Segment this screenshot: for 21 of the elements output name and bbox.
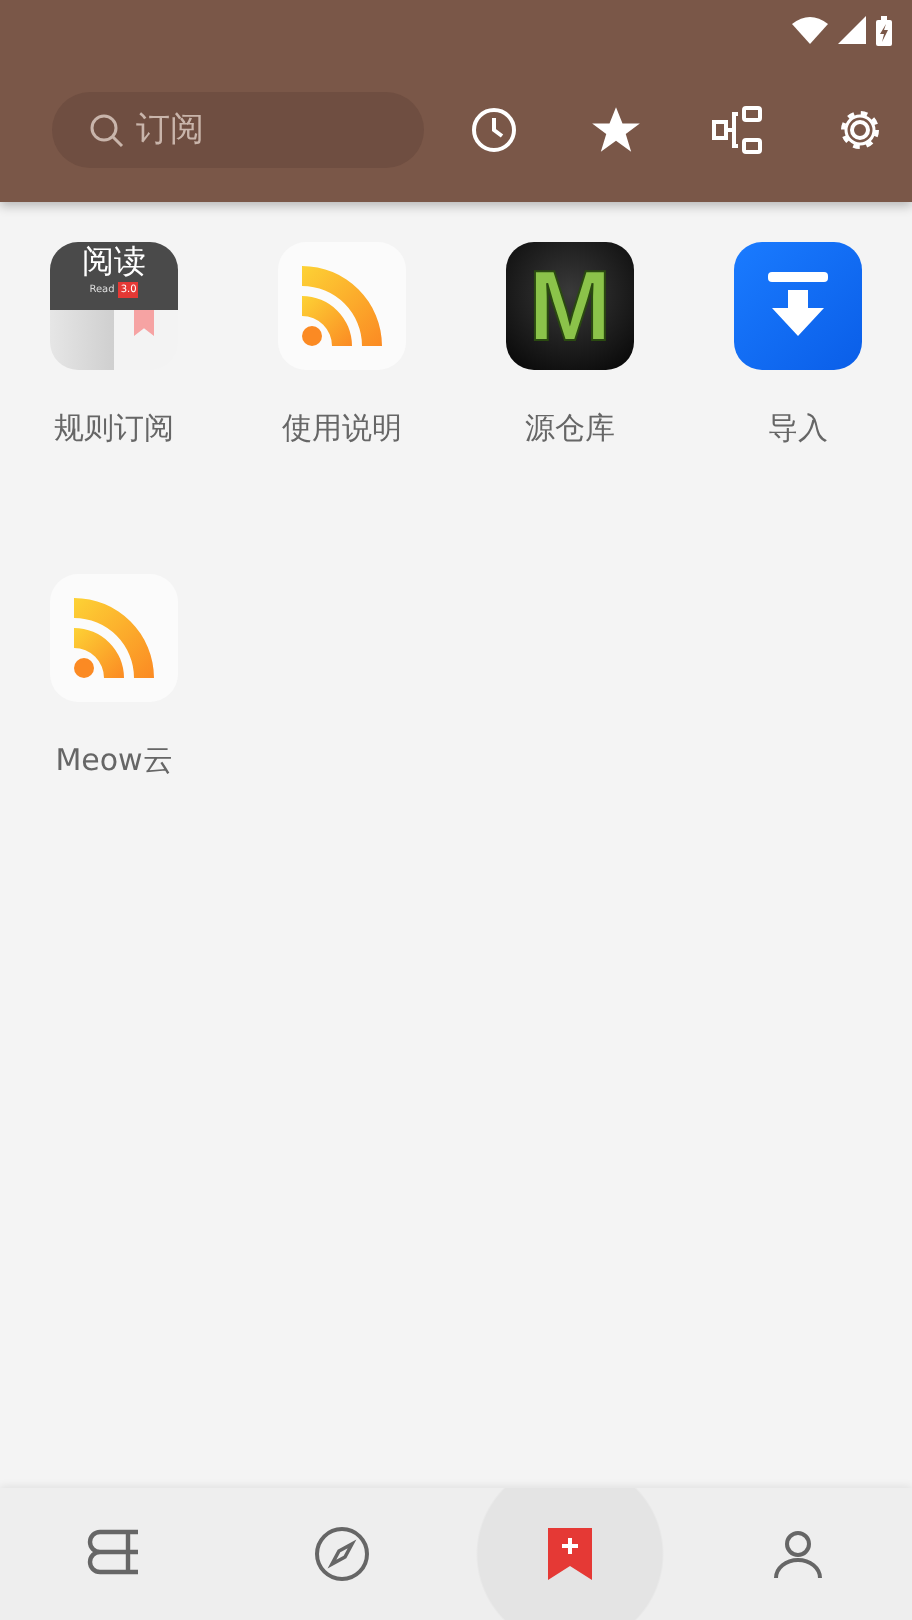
source-label: 源仓库	[525, 410, 615, 448]
icon-title: 阅读	[82, 242, 146, 282]
tree-icon	[711, 106, 763, 154]
wifi-icon	[792, 16, 828, 44]
settings-icon	[835, 106, 883, 154]
search-icon	[88, 112, 124, 148]
books-icon	[84, 1528, 144, 1580]
import-icon[interactable]	[734, 242, 862, 370]
source-label: 规则订阅	[54, 410, 174, 448]
source-label: Meow云	[55, 742, 173, 780]
battery-icon	[876, 15, 892, 45]
star-icon	[589, 104, 641, 156]
clock-icon	[469, 106, 517, 154]
source-label: 使用说明	[282, 410, 402, 448]
repository-app-icon[interactable]: M	[506, 242, 634, 370]
search-field[interactable]: 订阅	[52, 92, 424, 168]
compass-icon	[314, 1526, 370, 1582]
bookmark-add-icon	[546, 1526, 594, 1582]
person-icon	[772, 1528, 824, 1580]
signal-icon	[838, 16, 866, 44]
source-label: 导入	[768, 410, 828, 448]
